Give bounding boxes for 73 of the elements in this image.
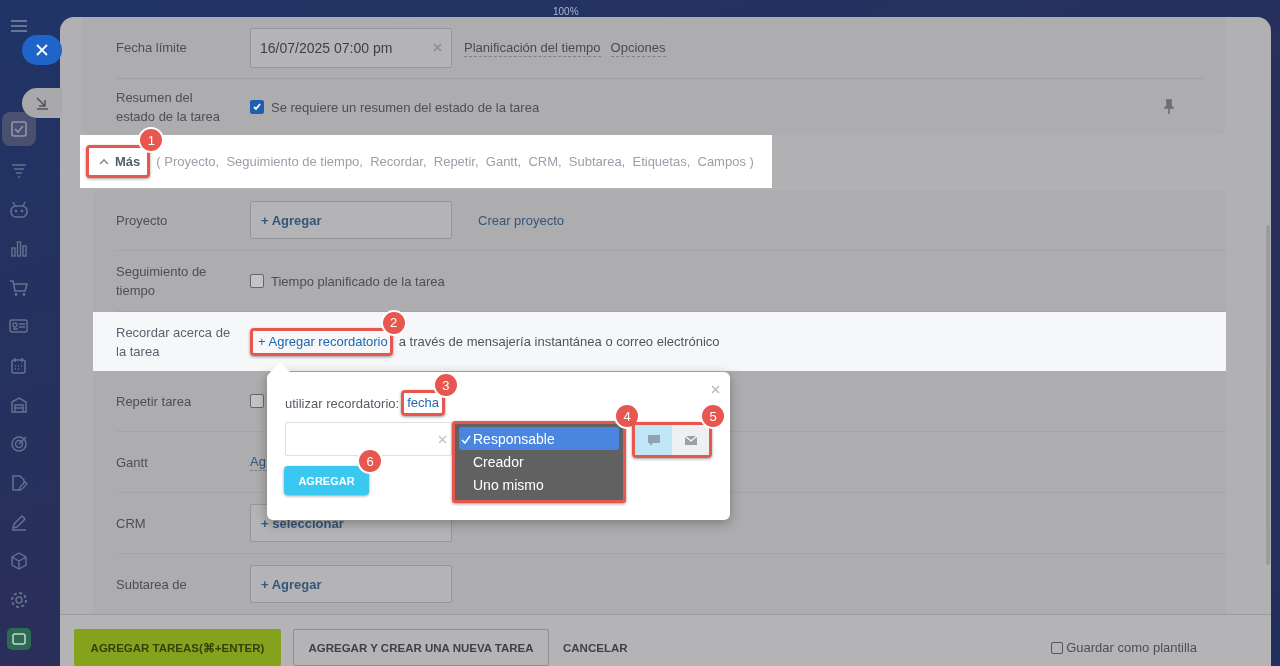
checkbox-label: Guardar como plantilla	[1066, 640, 1197, 655]
menu-icon[interactable]	[11, 20, 27, 32]
date-input-field[interactable]	[285, 422, 452, 456]
pen-icon	[10, 512, 28, 531]
close-button[interactable]	[22, 35, 62, 65]
mail-button[interactable]	[672, 425, 709, 455]
cancel-button[interactable]: CANCELAR	[561, 629, 630, 666]
date-field[interactable]: 16/07/2025 07:00 pm	[250, 27, 452, 68]
callout-number: 5	[700, 403, 726, 429]
calendar-icon	[10, 356, 28, 375]
callout-number: 6	[357, 448, 383, 474]
app-icon	[7, 627, 31, 650]
callout-number: 2	[380, 309, 407, 336]
settings-icon	[10, 590, 28, 609]
field-label: Recordar acerca de la tarea	[116, 323, 232, 361]
close-icon[interactable]	[711, 385, 720, 394]
field-label: Repetir tarea	[116, 392, 193, 411]
helper-text: a través de mensajería instantánea o correo electrónico	[398, 334, 720, 349]
chat-icon	[647, 434, 660, 446]
garage-icon	[10, 395, 28, 414]
clear-icon[interactable]	[438, 434, 447, 444]
dropdown-option[interactable]: Responsable	[459, 427, 619, 450]
caret-icon	[99, 158, 109, 165]
check-icon	[461, 434, 471, 444]
contact-card-icon	[9, 317, 29, 336]
pin-icon[interactable]	[1164, 99, 1174, 115]
add-field[interactable]: + Agregar	[250, 201, 452, 239]
section-list: ( Proyecto, Seguimiento de tiempo, Recordar, Repetir, Gantt, CRM, Subtarea, Etiquetas, Campos )	[156, 154, 754, 169]
field-label: Fecha límite	[116, 39, 188, 57]
field-label: Subtarea de	[116, 575, 188, 594]
mail-icon	[684, 435, 697, 445]
reminder-label: utilizar recordatorio:	[285, 395, 400, 411]
callout-number: 3	[432, 372, 459, 398]
clear-icon[interactable]	[433, 43, 442, 52]
document-edit-icon	[10, 473, 28, 492]
checkbox[interactable]	[250, 274, 264, 288]
field-label: Proyecto	[116, 211, 169, 230]
checkbox[interactable]	[250, 394, 264, 408]
dropdown-option[interactable]: Creador	[459, 450, 619, 473]
checkbox[interactable]	[1051, 641, 1064, 654]
add-link[interactable]: Ag	[250, 453, 266, 471]
checkbox-icon	[10, 120, 28, 138]
checkbox[interactable]	[250, 100, 264, 114]
sidebar-item[interactable]	[2, 112, 36, 146]
dropdown-option[interactable]: Uno mismo	[459, 473, 619, 496]
chat-button[interactable]	[635, 425, 672, 455]
field-label: Seguimiento de tiempo	[116, 263, 208, 300]
bar-chart-icon	[10, 239, 28, 258]
close-icon	[36, 44, 48, 56]
callout-number: 4	[614, 403, 640, 429]
more-toggle[interactable]: Más	[86, 145, 151, 178]
scrollbar[interactable]	[1266, 225, 1270, 565]
field-label: CRM	[116, 514, 147, 533]
target-icon	[10, 434, 28, 453]
arrow-icon	[35, 96, 49, 110]
robot-icon	[9, 200, 29, 219]
add-tasks-button[interactable]: AGREGAR TAREAS(⌘+ENTER)	[74, 629, 281, 666]
create-project-link[interactable]: Crear proyecto	[478, 212, 564, 228]
dashed-link[interactable]: Planificación del tiempo	[464, 38, 601, 57]
field-label: Resumen del estado de la tarea	[116, 89, 222, 126]
add-and-new-button[interactable]: AGREGAR Y CREAR UNA NUEVA TAREA	[293, 629, 549, 666]
checkbox-label: Tiempo planificado de la tarea	[271, 273, 445, 289]
zoom-label: 100%	[553, 6, 579, 17]
field-label: Gantt	[116, 453, 149, 472]
checkbox-label: Se requiere un resumen del estado de la tarea	[271, 99, 540, 115]
cube-icon	[10, 551, 28, 570]
cart-icon	[9, 278, 29, 297]
minimize-button[interactable]	[22, 88, 62, 118]
recipient-dropdown[interactable]: Responsable Creador Uno mismo	[452, 421, 626, 503]
funnel-icon	[10, 161, 28, 180]
add-field[interactable]: + Agregar	[250, 565, 452, 603]
dashed-link[interactable]: Opciones	[610, 38, 666, 57]
add-reminder-link[interactable]: + Agregar recordatorio	[250, 327, 393, 356]
